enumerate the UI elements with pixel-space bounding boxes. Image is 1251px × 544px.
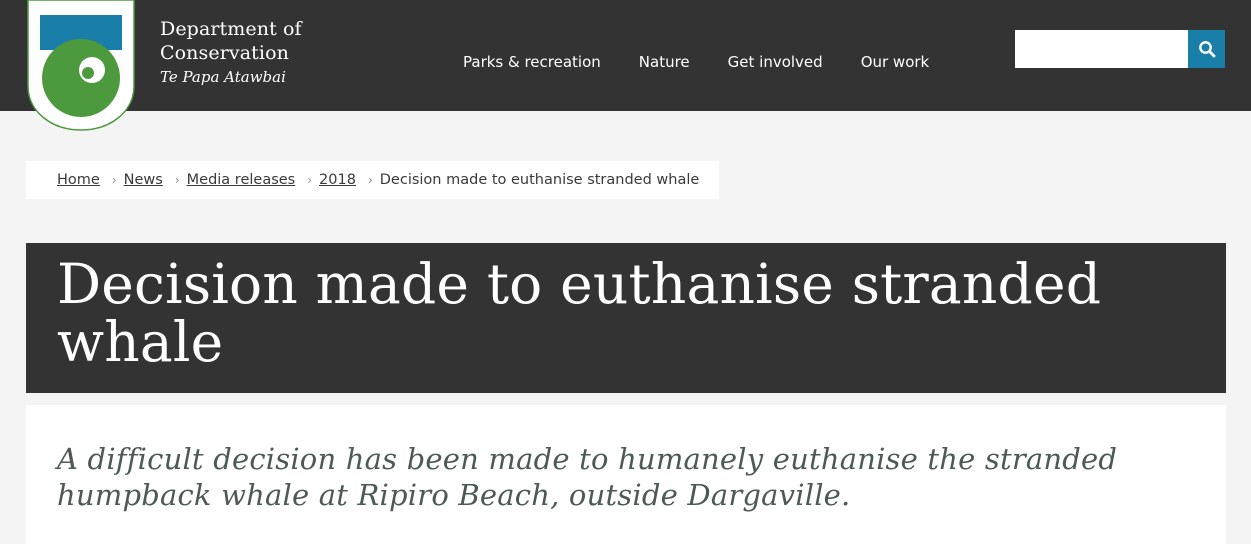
breadcrumb-home[interactable]: Home — [57, 172, 100, 188]
chevron-right-icon: › — [111, 173, 117, 187]
chevron-right-icon: › — [307, 173, 313, 187]
chevron-right-icon: › — [367, 173, 373, 187]
brand-line-1: Department of — [160, 18, 302, 40]
nav-get-involved[interactable]: Get involved — [728, 52, 823, 72]
nav-parks-recreation[interactable]: Parks & recreation — [463, 52, 601, 72]
intro-panel: A difficult decision has been made to hu… — [26, 405, 1226, 544]
brand-text[interactable]: Department of Conservation Te Papa Atawb… — [160, 17, 302, 88]
breadcrumb-2018[interactable]: 2018 — [319, 172, 356, 188]
site-header: Department of Conservation Te Papa Atawb… — [0, 0, 1251, 131]
main-nav: Parks & recreation Nature Get involved O… — [463, 52, 967, 72]
breadcrumb-news[interactable]: News — [124, 172, 163, 188]
brand-line-2: Conservation — [160, 42, 289, 64]
search-icon — [1198, 41, 1215, 58]
koru-logo-icon — [27, 0, 135, 131]
nav-nature[interactable]: Nature — [639, 52, 690, 72]
search-bar — [1015, 30, 1225, 68]
breadcrumb: Home › News › Media releases › 2018 › De… — [26, 161, 719, 199]
chevron-right-icon: › — [174, 173, 180, 187]
brand-tagline: Te Papa Atawbai — [160, 68, 286, 86]
page-title: Decision made to euthanise stranded whal… — [57, 252, 1102, 374]
breadcrumb-current: Decision made to euthanise stranded whal… — [379, 172, 700, 188]
breadcrumb-media-releases[interactable]: Media releases — [187, 172, 296, 188]
nav-our-work[interactable]: Our work — [861, 52, 930, 72]
doc-logo[interactable] — [26, 0, 136, 132]
search-button[interactable] — [1188, 30, 1225, 68]
search-input[interactable] — [1015, 30, 1188, 68]
intro-text: A difficult decision has been made to hu… — [57, 442, 1118, 512]
page-title-banner: Decision made to euthanise stranded whal… — [26, 243, 1226, 393]
